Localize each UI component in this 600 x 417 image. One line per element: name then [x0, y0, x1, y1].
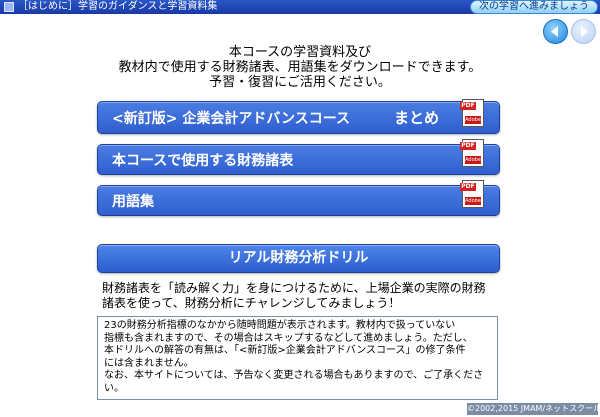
drill-description: 財務諸表を「読み解く力」を身につけるために、上場企業の実際の財務 諸表を使って、… [102, 281, 502, 311]
download-label: 用語集 [112, 193, 154, 210]
pdf-icon[interactable]: PDF Adobe [460, 139, 484, 167]
note-line: 本ドリルへの解答の有無は、「<新訂版>企業会計アドバンスコース」の修了条件 [104, 345, 466, 356]
download-glossary-button[interactable]: 用語集 [97, 185, 500, 216]
note-line: には含まれません。 [104, 357, 194, 369]
download-summary-button[interactable]: <新訂版> 企業会計アドバンスコース まとめ [97, 101, 500, 134]
pdf-icon[interactable]: PDF Adobe [460, 99, 484, 127]
real-financial-drill-button[interactable]: リアル財務分析ドリル [97, 244, 500, 273]
copyright-label: ©2002,2015 JMAM/ネットスクール [467, 403, 600, 415]
page-title: ［はじめに］学習のガイダンスと学習資料集 [18, 1, 218, 12]
desc-line: 諸表を使って、財務分析にチャレンジしてみましょう！ [102, 296, 401, 310]
intro-line: 本コースの学習資料及び [228, 45, 372, 60]
download-financial-statements-button[interactable]: 本コースで使用する財務諸表 [97, 144, 500, 175]
note-line: 23の財務分析指標のなかから随時問題が表示されます。教材内で扱っていない [104, 320, 456, 331]
download-label-summary: まとめ [394, 109, 440, 127]
next-lesson-button[interactable]: 次の学習へ進みましょう [470, 0, 598, 14]
pdf-icon[interactable]: PDF Adobe [460, 180, 484, 208]
note-line: なお、本サイトについては、予告なく変更される場合もありますので、ご了承くださ [104, 370, 484, 381]
download-label: <新訂版> 企業会計アドバンスコース [112, 110, 351, 127]
drill-note-box: 23の財務分析指標のなかから随時問題が表示されます。教材内で扱っていない 指標も… [97, 316, 498, 400]
desc-line: 財務諸表を「読み解く力」を身につけるために、上場企業の実際の財務 [102, 281, 486, 295]
note-line: い。 [104, 382, 124, 394]
forward-arrow-icon[interactable] [571, 19, 596, 44]
intro-line: 教材内で使用する財務諸表、用語集をダウンロードできます。 [118, 60, 482, 75]
window-square-icon [4, 2, 14, 12]
back-arrow-icon[interactable] [543, 19, 568, 44]
intro-line: 予習・復習にご活用ください。 [209, 75, 391, 90]
intro-text: 本コースの学習資料及び 教材内で使用する財務諸表、用語集をダウンロードできます。… [60, 45, 540, 90]
download-label: 本コースで使用する財務諸表 [112, 152, 294, 169]
note-line: 指標も含まれますので、その場合はスキップするなどして進めましょう。ただし、 [104, 332, 473, 344]
